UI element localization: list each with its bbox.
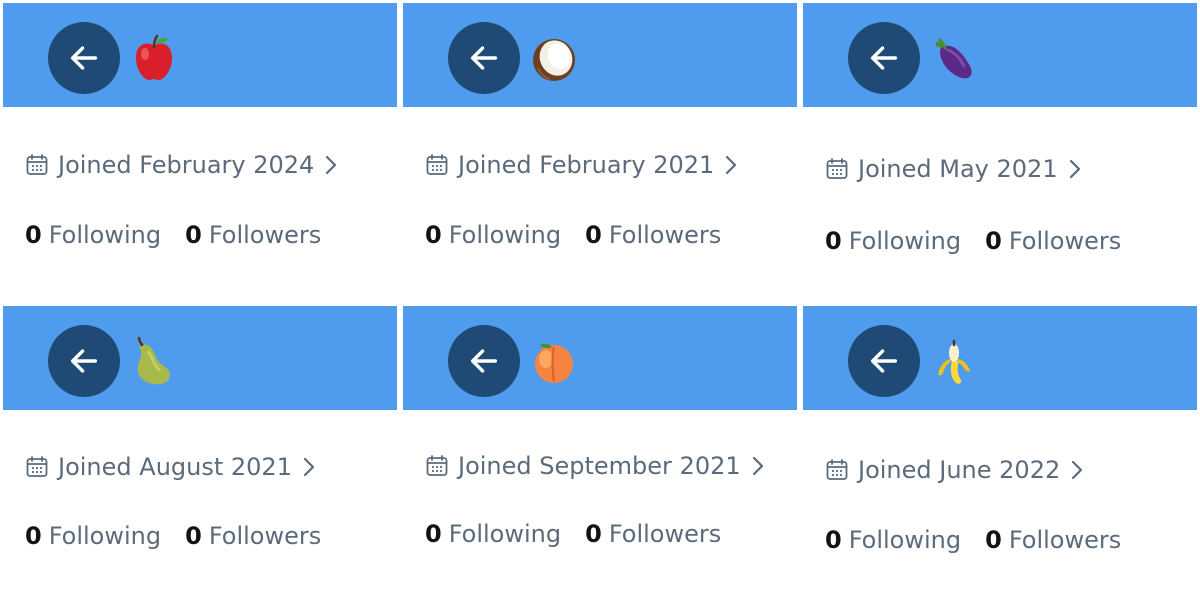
profile-card: Joined February 2024 0 Following 0 Follo… [3, 3, 397, 300]
arrow-left-icon [70, 46, 98, 70]
joined-date-row[interactable]: Joined September 2021 [425, 452, 765, 480]
follow-stats: 0 Following 0 Followers [825, 526, 1145, 554]
peach-icon [535, 343, 573, 383]
followers-label: Followers [208, 522, 322, 550]
followers-count: 0 [185, 522, 202, 550]
back-button[interactable] [48, 325, 120, 397]
joined-date-text: Joined September 2021 [458, 452, 741, 480]
following-count: 0 [425, 221, 442, 249]
back-button[interactable] [48, 22, 120, 94]
followers-label: Followers [608, 520, 722, 548]
follow-stats: 0 Following 0 Followers [425, 221, 745, 249]
profile-grid: Joined February 2024 0 Following 0 Follo… [0, 0, 1200, 604]
following-count: 0 [425, 520, 442, 548]
calendar-icon [26, 456, 48, 477]
joined-date-text: Joined May 2021 [858, 155, 1058, 183]
following-label: Following [48, 522, 162, 550]
followers-link[interactable]: 0 Followers [185, 522, 321, 550]
coconut-icon [533, 39, 575, 81]
followers-count: 0 [985, 227, 1002, 255]
profile-card: Joined August 2021 0 Following 0 Followe… [3, 306, 397, 602]
following-link[interactable]: 0 Following [25, 522, 161, 550]
joined-date-text: Joined February 2021 [458, 151, 715, 179]
following-label: Following [448, 221, 562, 249]
followers-count: 0 [985, 526, 1002, 554]
followers-link[interactable]: 0 Followers [585, 221, 721, 249]
banana-icon [938, 339, 970, 384]
red-apple-icon [136, 34, 172, 80]
following-count: 0 [825, 227, 842, 255]
chevron-right-icon [1072, 460, 1083, 480]
followers-link[interactable]: 0 Followers [585, 520, 721, 548]
chevron-right-icon [326, 155, 337, 175]
profile-card: Joined February 2021 0 Following 0 Follo… [403, 3, 797, 300]
back-button[interactable] [848, 22, 920, 94]
chevron-right-icon [752, 456, 763, 476]
following-link[interactable]: 0 Following [425, 221, 561, 249]
follow-stats: 0 Following 0 Followers [425, 520, 745, 548]
following-link[interactable]: 0 Following [825, 526, 961, 554]
follow-stats: 0 Following 0 Followers [825, 227, 1145, 255]
following-link[interactable]: 0 Following [25, 221, 161, 249]
eggplant-icon [936, 38, 972, 79]
calendar-icon [426, 154, 448, 175]
followers-count: 0 [585, 520, 602, 548]
joined-date-text: Joined August 2021 [58, 453, 292, 481]
followers-label: Followers [1008, 227, 1122, 255]
following-count: 0 [825, 526, 842, 554]
followers-link[interactable]: 0 Followers [985, 227, 1121, 255]
back-button[interactable] [448, 22, 520, 94]
follow-stats: 0 Following 0 Followers [25, 221, 345, 249]
arrow-left-icon [470, 46, 498, 70]
chevron-right-icon [1069, 159, 1080, 179]
profile-card: Joined June 2022 0 Following 0 Followers [803, 306, 1197, 602]
followers-link[interactable]: 0 Followers [185, 221, 321, 249]
chevron-right-icon [303, 457, 315, 477]
profile-card: Joined September 2021 0 Following 0 Foll… [403, 306, 797, 602]
profile-card: Joined May 2021 0 Following 0 Followers [803, 3, 1197, 300]
following-label: Following [448, 520, 562, 548]
follow-stats: 0 Following 0 Followers [25, 522, 345, 550]
arrow-left-icon [470, 349, 498, 373]
calendar-icon [826, 459, 848, 480]
followers-label: Followers [608, 221, 722, 249]
following-link[interactable]: 0 Following [425, 520, 561, 548]
arrow-left-icon [870, 46, 898, 70]
calendar-icon [826, 158, 848, 179]
followers-label: Followers [208, 221, 322, 249]
joined-date-row[interactable]: Joined February 2024 [25, 151, 338, 179]
following-count: 0 [25, 522, 42, 550]
joined-date-row[interactable]: Joined August 2021 [25, 453, 316, 481]
following-label: Following [848, 526, 962, 554]
calendar-icon [426, 455, 448, 476]
joined-date-text: Joined June 2022 [858, 456, 1061, 484]
back-button[interactable] [448, 325, 520, 397]
followers-link[interactable]: 0 Followers [985, 526, 1121, 554]
chevron-right-icon [726, 155, 737, 175]
pear-icon [137, 336, 170, 385]
calendar-icon [26, 154, 48, 175]
joined-date-row[interactable]: Joined June 2022 [825, 456, 1084, 484]
joined-date-row[interactable]: Joined May 2021 [825, 155, 1082, 183]
followers-label: Followers [1008, 526, 1122, 554]
followers-count: 0 [585, 221, 602, 249]
back-button[interactable] [848, 325, 920, 397]
following-link[interactable]: 0 Following [825, 227, 961, 255]
joined-date-row[interactable]: Joined February 2021 [425, 151, 738, 179]
joined-date-text: Joined February 2024 [58, 151, 315, 179]
following-count: 0 [25, 221, 42, 249]
followers-count: 0 [185, 221, 202, 249]
arrow-left-icon [870, 349, 898, 373]
following-label: Following [848, 227, 962, 255]
following-label: Following [48, 221, 162, 249]
arrow-left-icon [70, 349, 98, 373]
